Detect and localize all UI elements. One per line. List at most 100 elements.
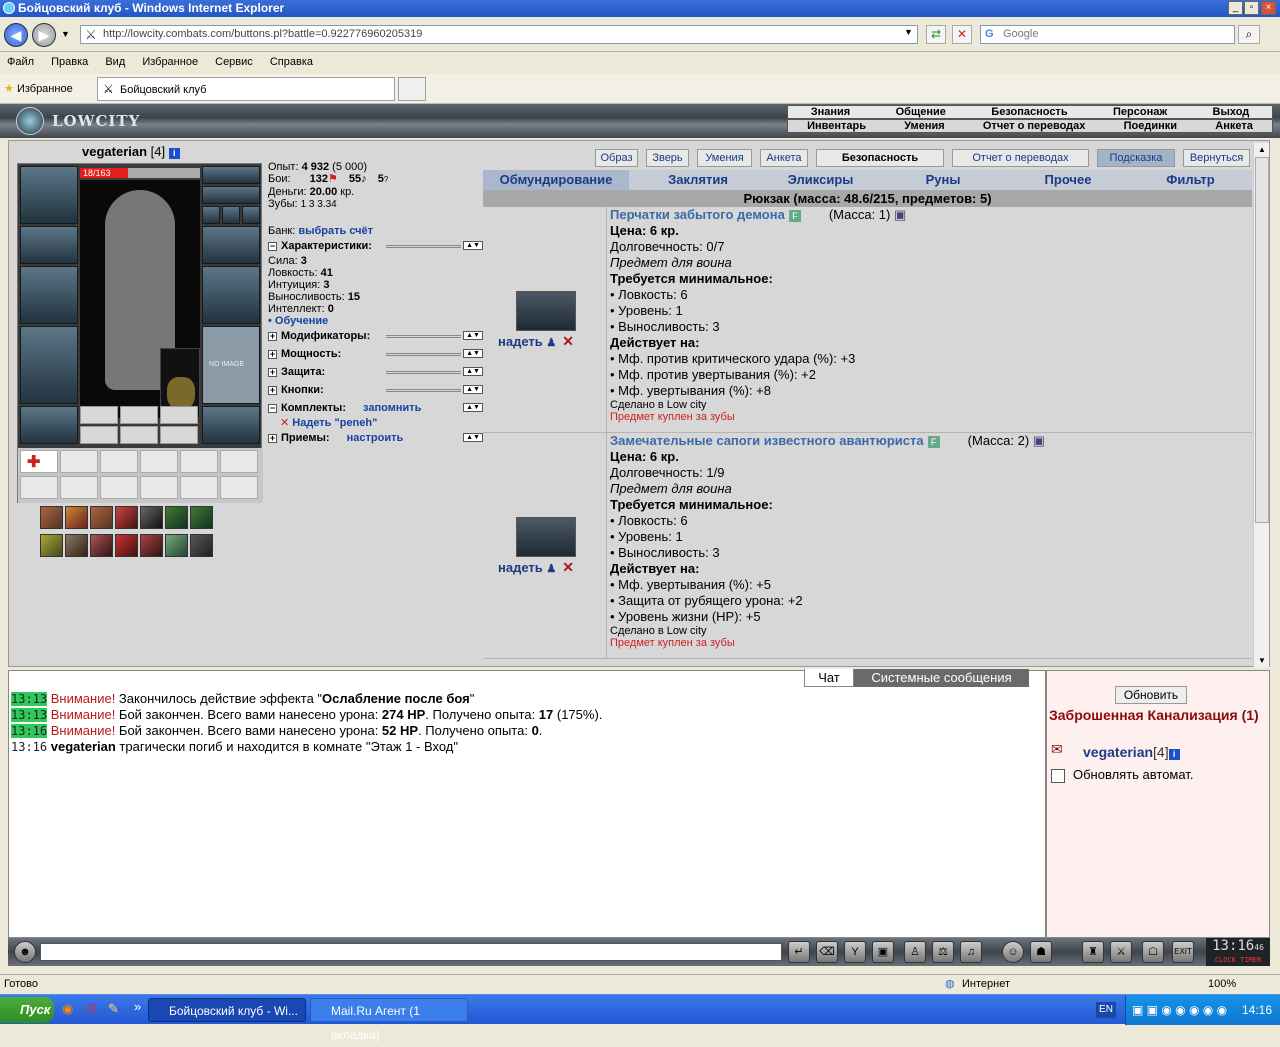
section-buttons[interactable]: + Кнопки: ▲▼ (268, 381, 483, 399)
ability-icon-8[interactable] (40, 534, 63, 557)
expand-icon[interactable]: + (268, 368, 277, 377)
browser-tab[interactable]: ⚔ Бойцовский клуб (97, 77, 395, 101)
auto-refresh-checkbox[interactable]: Обновлять автомат. (1051, 767, 1193, 783)
task-mailru[interactable]: Mail.Ru Агент (1 вкладка) (310, 998, 468, 1042)
ability-icon-9[interactable] (65, 534, 88, 557)
wear-set-link[interactable]: Надеть "peneh" (292, 417, 377, 429)
nav-image[interactable]: Образ (595, 149, 638, 167)
chat-time[interactable]: 13:16 (11, 740, 47, 754)
scroll-slot-2[interactable] (120, 406, 158, 424)
scroll-slot-4[interactable] (80, 426, 118, 444)
trade-icon[interactable]: ⚖ (932, 941, 954, 963)
room-user-info-icon[interactable]: i (1168, 749, 1180, 760)
chat-head-icon[interactable]: ☻ (14, 941, 36, 963)
nav-return[interactable]: Вернуться (1183, 149, 1250, 167)
menu-edit[interactable]: Правка (44, 53, 95, 71)
up-down-icon[interactable]: ▲▼ (463, 403, 483, 412)
quick-slot[interactable] (140, 476, 178, 499)
sub-menu-skills[interactable]: Умения (904, 120, 944, 132)
sub-menu-fights[interactable]: Поединки (1124, 120, 1177, 132)
room-user[interactable]: vegaterian[4] i (1083, 744, 1180, 760)
menu-favorites[interactable]: Избранное (135, 53, 205, 71)
helmet-slot[interactable] (20, 166, 78, 224)
favorites-button[interactable]: ★ Избранное (4, 82, 73, 95)
section-sets[interactable]: − Комплекты: запомнить ▲▼ (268, 399, 483, 417)
close-window-button[interactable]: × (1261, 1, 1276, 15)
nav-skills[interactable]: Умения (697, 149, 752, 167)
equip-button[interactable]: надеть (498, 560, 543, 575)
ability-icon-2[interactable] (65, 506, 88, 529)
ability-icon-3[interactable] (90, 506, 113, 529)
tab-spells[interactable]: Заклятия (638, 170, 758, 190)
ability-icon-1[interactable] (40, 506, 63, 529)
armor-slot[interactable] (20, 326, 78, 404)
tab-other[interactable]: Прочее (1008, 170, 1128, 190)
ability-shield-icon[interactable] (190, 506, 213, 529)
collapse-icon[interactable]: − (268, 404, 277, 413)
history-dropdown-icon[interactable]: ▼ (61, 29, 70, 39)
address-bar[interactable]: ⚔ http://lowcity.combats.com/buttons.pl?… (80, 25, 918, 44)
quick-slot[interactable] (60, 476, 98, 499)
section-tricks[interactable]: + Приемы: настроить ▲▼ (268, 429, 483, 447)
minimize-button[interactable]: _ (1228, 1, 1243, 15)
tab-filter[interactable]: Фильтр (1133, 170, 1248, 190)
quick-slot[interactable] (60, 450, 98, 473)
ability-star-icon[interactable] (115, 534, 138, 557)
tab-runes[interactable]: Руны (883, 170, 1003, 190)
top-menu-exit[interactable]: Выход (1213, 106, 1250, 118)
new-tab-button[interactable] (398, 77, 426, 101)
nav-transfers[interactable]: Отчет о переводах (952, 149, 1089, 167)
item-info-icon[interactable]: F (927, 436, 940, 448)
sound-icon[interactable]: ♫ (960, 941, 982, 963)
quick-slot[interactable] (100, 476, 138, 499)
top-menu-character[interactable]: Персонаж (1113, 106, 1167, 118)
nav-security[interactable]: Безопасность (816, 149, 944, 167)
item-info-icon[interactable]: F (788, 210, 801, 222)
drop-item-icon[interactable]: ✕ (562, 333, 574, 349)
quicklaunch-firefox-icon[interactable]: ◉ (62, 1001, 73, 1017)
boots-item-image[interactable] (516, 517, 576, 557)
quicklaunch-opera-icon[interactable]: O (86, 1001, 96, 1016)
menu-file[interactable]: Файл (0, 53, 41, 71)
up-down-icon[interactable]: ▲▼ (463, 433, 483, 442)
sub-menu-transfers[interactable]: Отчет о переводах (983, 120, 1086, 132)
expand-icon[interactable]: + (268, 350, 277, 359)
menu-help[interactable]: Справка (263, 53, 320, 71)
sub-menu-profile[interactable]: Анкета (1215, 120, 1253, 132)
chat-time[interactable]: 13:13 (11, 708, 48, 722)
section-protection[interactable]: + Защита: ▲▼ (268, 363, 483, 381)
tab-chat[interactable]: Чат (804, 669, 854, 687)
training-link[interactable]: • Обучение (268, 315, 483, 327)
expand-icon[interactable]: + (268, 332, 277, 341)
ring-slot-3[interactable] (242, 206, 260, 224)
chat-user-link[interactable]: vegaterian (51, 739, 116, 754)
tab-system-messages[interactable]: Системные сообщения (854, 669, 1029, 687)
fight-icon[interactable]: ⚔ (1110, 941, 1132, 963)
back-button[interactable]: ◀ (4, 23, 28, 47)
quick-slot[interactable] (180, 450, 218, 473)
quick-slot[interactable] (100, 450, 138, 473)
scroll-slot-5[interactable] (120, 426, 158, 444)
top-menu-knowledge[interactable]: Знания (811, 106, 850, 118)
dress-icon[interactable]: ♟ (546, 337, 556, 349)
private-message-icon[interactable]: ✉ (1051, 741, 1063, 758)
player-info-icon[interactable]: i (168, 148, 180, 159)
equip-button[interactable]: надеть (498, 334, 543, 349)
scroll-thumb[interactable] (1255, 157, 1269, 523)
belt-slot[interactable] (20, 406, 78, 444)
quicklaunch-icon[interactable]: ✎ (108, 1001, 119, 1017)
checkbox[interactable] (1051, 768, 1065, 783)
expand-icon[interactable]: + (268, 386, 277, 395)
nav-pet[interactable]: Зверь (646, 149, 689, 167)
shield-slot-no-image[interactable]: NO IMAGE (202, 326, 260, 404)
top-menu-social[interactable]: Общение (896, 106, 946, 118)
expand-icon[interactable]: + (268, 434, 277, 443)
quicklaunch-more-icon[interactable]: » (134, 999, 141, 1014)
chat-time[interactable]: 13:16 (11, 724, 48, 738)
nav-profile[interactable]: Анкета (760, 149, 808, 167)
ability-heart-icon[interactable] (115, 506, 138, 529)
send-icon[interactable]: ↵ (788, 941, 810, 963)
tray-icons[interactable]: ▣ ▣ ◉ ◉ ◉ ◉ ◉ (1132, 995, 1227, 1025)
configure-tricks-link[interactable]: настроить (347, 432, 404, 444)
bank-select-link[interactable]: выбрать счёт (298, 225, 373, 237)
